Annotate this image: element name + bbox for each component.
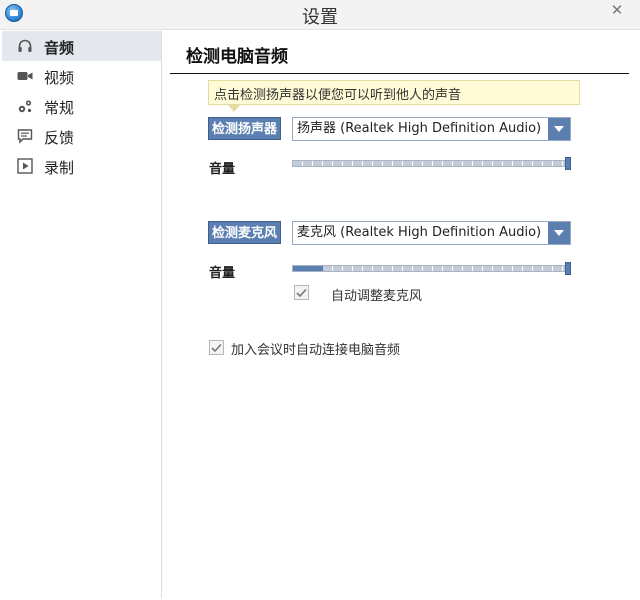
slider-track: [292, 160, 566, 167]
slider-track: [292, 265, 566, 272]
sidebar-item-label: 反馈: [44, 129, 75, 147]
window-title: 设置: [302, 7, 338, 28]
microphone-device-value: 麦克风 (Realtek High Definition Audio): [297, 225, 542, 240]
speaker-device-value: 扬声器 (Realtek High Definition Audio): [297, 121, 542, 136]
sidebar-item-label: 录制: [44, 159, 75, 177]
audio-settings-panel: 检测电脑音频 点击检测扬声器以便您可以听到他人的声音 检测扬声器 扬声器 (Re…: [170, 31, 630, 598]
microphone-volume-label: 音量: [209, 266, 236, 281]
speaker-volume-slider[interactable]: [292, 157, 571, 170]
sidebar-item-label: 常规: [44, 99, 75, 117]
chevron-down-icon[interactable]: [548, 118, 570, 140]
gears-icon: [16, 98, 34, 114]
sidebar: 音频 视频 常规 反馈 录制: [2, 31, 162, 598]
test-speaker-button[interactable]: 检测扬声器: [208, 117, 281, 140]
checkmark-icon: [296, 288, 307, 297]
sidebar-item-audio[interactable]: 音频: [2, 31, 161, 61]
title-bar: 设置 ✕: [0, 0, 640, 30]
title-divider: [170, 73, 629, 74]
sidebar-item-general[interactable]: 常规: [2, 91, 161, 121]
auto-join-audio-checkbox[interactable]: [209, 340, 224, 355]
auto-adjust-mic-checkbox[interactable]: [294, 285, 309, 300]
close-button[interactable]: ✕: [600, 0, 634, 20]
sidebar-item-label: 音频: [44, 39, 75, 57]
speaker-device-select[interactable]: 扬声器 (Realtek High Definition Audio): [292, 117, 571, 141]
sidebar-item-label: 视频: [44, 69, 75, 87]
chevron-down-icon[interactable]: [548, 222, 570, 244]
auto-adjust-mic-label: 自动调整麦克风: [331, 289, 423, 304]
play-icon: [16, 158, 34, 174]
section-title: 检测电脑音频: [186, 47, 288, 67]
speech-bubble-icon: [16, 128, 34, 144]
speaker-volume-label: 音量: [209, 162, 236, 177]
sidebar-item-video[interactable]: 视频: [2, 61, 161, 91]
microphone-volume-slider[interactable]: [292, 262, 571, 275]
microphone-input-level: [293, 266, 323, 271]
speaker-test-tooltip: 点击检测扬声器以便您可以听到他人的声音: [208, 80, 580, 112]
microphone-device-select[interactable]: 麦克风 (Realtek High Definition Audio): [292, 221, 571, 245]
video-camera-icon: [16, 68, 34, 84]
checkmark-icon: [211, 343, 222, 352]
slider-thumb[interactable]: [565, 262, 571, 275]
slider-thumb[interactable]: [565, 157, 571, 170]
headphones-icon: [16, 38, 34, 54]
sidebar-item-feedback[interactable]: 反馈: [2, 121, 161, 151]
auto-join-audio-label: 加入会议时自动连接电脑音频: [231, 343, 401, 358]
test-microphone-button[interactable]: 检测麦克风: [208, 221, 281, 244]
sidebar-item-recording[interactable]: 录制: [2, 151, 161, 181]
